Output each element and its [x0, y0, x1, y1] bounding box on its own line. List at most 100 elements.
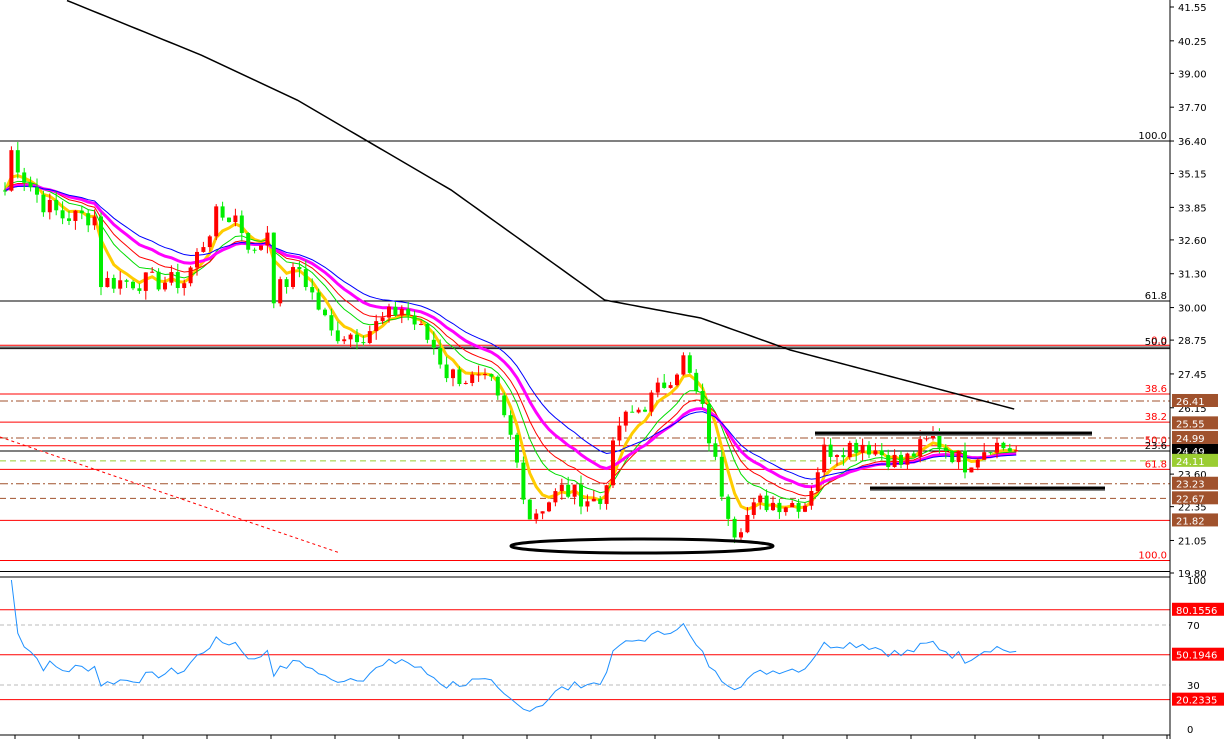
candle-body: [489, 374, 494, 377]
candle-body: [47, 199, 52, 213]
candle: [790, 500, 795, 508]
candle: [86, 209, 91, 233]
candle-body: [732, 518, 737, 538]
candle-body: [163, 282, 167, 290]
candle-body: [483, 374, 487, 376]
candle: [739, 528, 743, 542]
candle-body: [278, 279, 283, 304]
candle-body: [195, 251, 199, 268]
candle: [323, 307, 327, 317]
candle: [534, 509, 539, 524]
candle-body: [713, 443, 718, 457]
candle: [867, 441, 871, 458]
price-tick-label: 21.05: [1178, 536, 1207, 547]
candle-body: [99, 216, 103, 288]
candle: [911, 451, 916, 457]
price-tick-label: 41.55: [1178, 3, 1207, 14]
price-tick-label: 32.60: [1178, 236, 1207, 247]
candle-body: [649, 392, 654, 412]
candle-body: [35, 187, 39, 195]
rsi-panel: [0, 579, 1170, 712]
candle-body: [604, 485, 609, 504]
candle: [828, 438, 833, 464]
candle: [719, 450, 724, 501]
candle-body: [182, 283, 187, 289]
candle-body: [355, 334, 359, 343]
candle-body: [335, 330, 340, 342]
resistance-bar[interactable]: [815, 431, 1092, 436]
candle-body: [700, 390, 705, 404]
candle-body: [835, 455, 839, 457]
candle-body: [694, 372, 699, 391]
candle: [751, 497, 756, 519]
candle: [412, 310, 417, 331]
candle-body: [867, 444, 871, 455]
candle-body: [598, 498, 603, 504]
fib-label: 100.0: [1138, 551, 1167, 562]
candle: [265, 225, 270, 254]
candle-body: [841, 455, 846, 458]
double-bottom-ellipse[interactable]: [509, 537, 775, 555]
candle: [521, 456, 526, 505]
candle-body: [54, 199, 59, 211]
candle: [764, 489, 769, 512]
candle: [284, 277, 289, 294]
candle-body: [150, 271, 155, 273]
fib-label: 61.8: [1145, 459, 1167, 470]
candle: [291, 262, 295, 290]
candle: [732, 516, 737, 544]
candle: [591, 490, 596, 502]
candle: [579, 475, 583, 515]
candle: [662, 373, 667, 389]
candle: [527, 498, 532, 520]
candle-body: [540, 511, 545, 514]
candle: [892, 449, 897, 468]
candle-body: [60, 210, 65, 219]
candle-body: [431, 339, 436, 348]
candle-body: [470, 374, 475, 383]
candle-body: [476, 374, 481, 376]
trading-chart[interactable]: 100.061.80.050.038.638.250.023.661.8100.…: [0, 0, 1226, 739]
candle: [847, 440, 852, 460]
candle-body: [950, 451, 955, 463]
support-bar[interactable]: [870, 486, 1105, 491]
candle: [630, 405, 635, 413]
candle-body: [643, 409, 647, 412]
candle: [502, 392, 507, 418]
candle: [547, 501, 551, 513]
candle-body: [822, 444, 827, 473]
candle-body: [828, 444, 833, 457]
candle-body: [502, 395, 507, 416]
candle-body: [623, 411, 628, 426]
candle: [105, 271, 110, 288]
rsi-axis: 100 70 30 0 80.1556 50.1946 20.2335: [1172, 576, 1224, 736]
candle-body: [451, 369, 455, 379]
candle: [540, 511, 545, 520]
candle: [956, 450, 961, 469]
candle-body: [22, 172, 27, 183]
rsi-tick-label: 30: [1187, 681, 1200, 692]
candle-body: [316, 292, 321, 310]
candle-body: [67, 218, 71, 221]
candle: [681, 352, 686, 376]
rsi-line: [10, 579, 1017, 712]
candle-body: [508, 415, 513, 435]
candle: [111, 274, 116, 293]
candle-body: [982, 452, 987, 460]
candle-body: [745, 514, 750, 533]
candle-body: [252, 249, 257, 251]
candle: [553, 488, 558, 507]
trend-line-diagonal[interactable]: [0, 436, 341, 554]
candle-body: [579, 484, 583, 507]
ma-line-ma10: [4, 180, 1017, 503]
candle-body: [265, 232, 270, 246]
candle: [163, 276, 167, 292]
rsi-level-label: 50.1946: [1176, 651, 1217, 662]
price-tick-label: 40.25: [1178, 37, 1207, 48]
candle-body: [726, 496, 731, 519]
candle-body: [591, 498, 596, 502]
candle-body: [329, 315, 334, 331]
price-tick-label: 33.85: [1178, 203, 1207, 214]
candle-body: [259, 245, 263, 250]
candle: [572, 484, 577, 505]
